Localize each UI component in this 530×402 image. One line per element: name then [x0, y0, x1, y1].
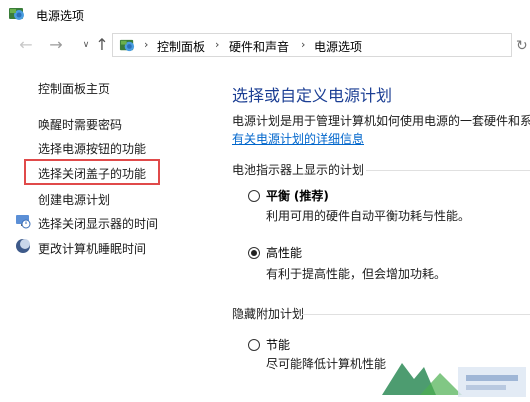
breadcrumb-control-panel[interactable]: 控制面板	[157, 38, 205, 55]
breadcrumb-separator-icon: ›	[301, 38, 306, 51]
up-button[interactable]: ↑	[92, 34, 112, 56]
watermark-logo-icon	[382, 363, 526, 397]
plan-power-saver-radio[interactable]	[248, 339, 260, 351]
control-panel-icon	[119, 39, 135, 52]
breadcrumb-separator-icon: ›	[144, 38, 149, 51]
plan-balanced-tag: (推荐)	[293, 189, 329, 203]
plan-high-performance-label[interactable]: 高性能	[266, 244, 302, 261]
plan-high-performance-description: 有利于提高性能，但会增加功耗。	[266, 267, 447, 281]
sidebar-item-control-panel-home[interactable]: 控制面板主页	[38, 80, 110, 97]
plan-balanced-label[interactable]: 平衡 (推荐)	[266, 187, 329, 204]
section-divider	[366, 170, 530, 171]
plan-balanced-description: 利用可用的硬件自动平衡功耗与性能。	[266, 209, 471, 223]
plan-balanced-name: 平衡	[266, 189, 291, 203]
monitor-clock-icon	[16, 215, 31, 229]
section-hidden-plans: 隐藏附加计划	[232, 307, 305, 321]
forward-button[interactable]: →	[46, 34, 66, 56]
control-panel-icon	[9, 8, 24, 20]
sidebar-item-sleep-time[interactable]: 更改计算机睡眠时间	[38, 240, 146, 257]
page-description: 电源计划是用于管理计算机如何使用电源的一套硬件和系	[232, 114, 530, 128]
address-bar[interactable]: › 控制面板 › 硬件和声音 › 电源选项	[112, 33, 512, 57]
sidebar-item-power-button[interactable]: 选择电源按钮的功能	[38, 140, 146, 157]
refresh-icon[interactable]: ↻	[516, 38, 530, 56]
sidebar-item-display-off-time[interactable]: 选择关闭显示器的时间	[38, 215, 158, 232]
breadcrumb-separator-icon: ›	[215, 38, 220, 51]
highlight-box	[24, 159, 160, 185]
power-plan-info-link[interactable]: 有关电源计划的详细信息	[232, 130, 364, 147]
sidebar: 控制面板主页 唤醒时需要密码 选择电源按钮的功能 选择关闭盖子的功能 创建电源计…	[0, 60, 205, 402]
section-divider	[302, 314, 530, 315]
plan-high-performance-radio[interactable]	[248, 247, 260, 259]
plan-power-saver-label[interactable]: 节能	[266, 336, 290, 353]
plan-balanced-radio[interactable]	[248, 190, 260, 202]
window-title: 电源选项	[36, 9, 85, 23]
sidebar-item-require-password[interactable]: 唤醒时需要密码	[38, 116, 122, 133]
section-battery-plans: 电池指示器上显示的计划	[232, 163, 365, 177]
back-button[interactable]: ←	[16, 34, 36, 56]
sidebar-item-create-plan[interactable]: 创建电源计划	[38, 191, 110, 208]
breadcrumb-power-options[interactable]: 电源选项	[314, 38, 362, 55]
title-bar: 电源选项	[0, 0, 530, 30]
moon-icon	[16, 239, 30, 253]
page-title: 选择或自定义电源计划	[232, 86, 393, 105]
breadcrumb-hardware-sound[interactable]: 硬件和声音	[229, 38, 289, 55]
navigation-bar: ← → ∨ ↑ › 控制面板 › 硬件和声音 › 电源选项 ↻	[0, 30, 530, 60]
